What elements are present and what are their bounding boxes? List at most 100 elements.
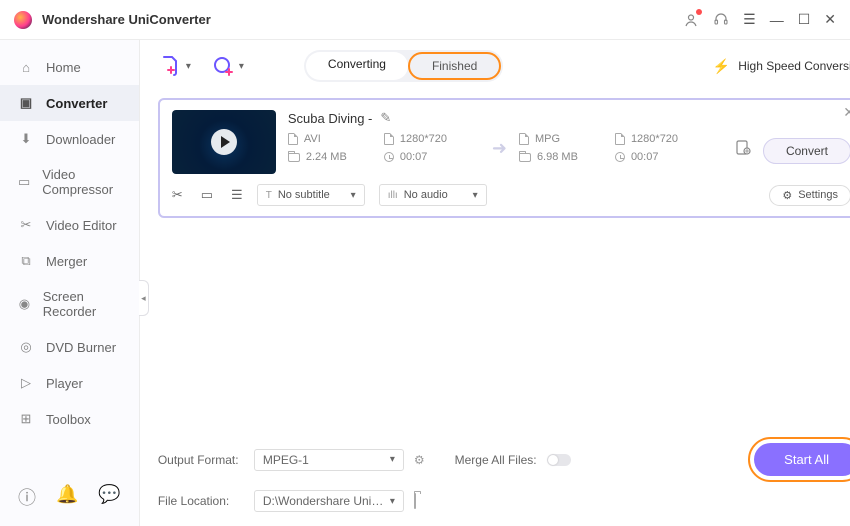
sidebar-collapse-handle[interactable]: ◂	[139, 280, 149, 316]
file-icon	[384, 133, 394, 145]
folder-icon	[288, 153, 300, 162]
video-editor-icon: ✂	[18, 217, 34, 233]
video-thumbnail[interactable]	[172, 110, 276, 174]
sidebar-item-video-editor[interactable]: ✂ Video Editor	[0, 207, 139, 243]
close-icon[interactable]: ✕	[824, 11, 836, 28]
file-location-select[interactable]: D:\Wondershare UniConverter ▾	[254, 490, 404, 512]
sidebar-item-converter[interactable]: ▣ Converter	[0, 85, 139, 121]
settings-button[interactable]: ⚙ Settings	[769, 185, 850, 206]
sidebar-item-label: Merger	[46, 254, 87, 269]
tab-finished[interactable]: Finished	[408, 52, 501, 80]
player-icon: ▷	[18, 375, 34, 391]
sidebar-item-downloader[interactable]: ⬇ Downloader	[0, 121, 139, 157]
dst-res: 1280*720	[631, 133, 678, 145]
dvd-burner-icon: ◎	[18, 339, 34, 355]
account-icon[interactable]	[683, 12, 699, 28]
add-url-button[interactable]: ▾	[211, 54, 244, 78]
footer: Output Format: MPEG-1 ▾ ⚙ Merge All File…	[158, 433, 850, 516]
chevron-down-icon: ▾	[351, 190, 356, 201]
crop-icon[interactable]: ▭	[201, 187, 213, 203]
src-duration: 00:07	[400, 151, 428, 163]
sidebar-item-label: Home	[46, 60, 81, 75]
status-tabs: Converting Finished	[304, 50, 503, 82]
file-card: ✕ Scuba Diving - ✎ AVI 2.24 MB	[158, 98, 850, 218]
clock-icon	[615, 152, 625, 162]
output-format-select[interactable]: MPEG-1 ▾	[254, 449, 404, 471]
sidebar-item-label: Toolbox	[46, 412, 91, 427]
settings-label: Settings	[798, 189, 838, 201]
menu-icon[interactable]: ☰	[231, 187, 243, 203]
subtitle-value: No subtitle	[278, 189, 330, 201]
audio-value: No audio	[404, 189, 448, 201]
app-logo	[14, 11, 32, 29]
remove-file-icon[interactable]: ✕	[843, 104, 850, 121]
chevron-down-icon: ▾	[390, 454, 395, 465]
dst-format: MPG	[535, 133, 560, 145]
sidebar-item-label: Downloader	[46, 132, 115, 147]
screen-recorder-icon: ◉	[18, 296, 31, 312]
output-format-label: Output Format:	[158, 453, 244, 467]
sidebar-item-label: Video Editor	[46, 218, 117, 233]
src-format: AVI	[304, 133, 321, 145]
subtitle-select[interactable]: T No subtitle ▾	[257, 184, 365, 206]
sidebar-item-toolbox[interactable]: ⊞ Toolbox	[0, 401, 139, 437]
sidebar-item-home[interactable]: ⌂ Home	[0, 50, 139, 85]
sidebar-item-video-compressor[interactable]: ▭ Video Compressor	[0, 157, 139, 207]
support-icon[interactable]	[713, 12, 729, 28]
file-icon	[615, 133, 625, 145]
sidebar-item-screen-recorder[interactable]: ◉ Screen Recorder	[0, 279, 139, 329]
hsc-label: High Speed Conversion	[738, 59, 850, 73]
audio-select[interactable]: ıllı No audio ▾	[379, 184, 487, 206]
converter-icon: ▣	[18, 95, 34, 111]
trim-icon[interactable]: ✂	[172, 187, 183, 203]
chevron-down-icon: ▾	[390, 496, 395, 507]
sidebar-item-label: DVD Burner	[46, 340, 116, 355]
dst-duration: 00:07	[631, 151, 659, 163]
help-icon[interactable]: ⓘ	[18, 484, 36, 510]
toolbar: ▾ ▾ Converting Finished ⚡ High Speed Con…	[158, 50, 850, 82]
home-icon: ⌂	[18, 60, 34, 75]
sidebar-item-player[interactable]: ▷ Player	[0, 365, 139, 401]
main-panel: ▾ ▾ Converting Finished ⚡ High Speed Con…	[140, 40, 850, 526]
play-icon[interactable]	[211, 129, 237, 155]
sidebar: ⌂ Home ▣ Converter ⬇ Downloader ▭ Video Comp…	[0, 40, 140, 526]
app-title: Wondershare UniConverter	[42, 12, 211, 27]
sidebar-item-label: Screen Recorder	[43, 289, 121, 319]
sidebar-item-label: Converter	[46, 96, 107, 111]
sidebar-item-label: Player	[46, 376, 83, 391]
arrow-right-icon: ➜	[492, 138, 507, 159]
sidebar-item-label: Video Compressor	[42, 167, 121, 197]
tab-converting[interactable]: Converting	[306, 52, 408, 80]
clock-icon	[384, 152, 394, 162]
sidebar-item-merger[interactable]: ⧉ Merger	[0, 243, 139, 279]
feedback-icon[interactable]: 💬	[98, 484, 120, 510]
minimize-icon[interactable]: —	[770, 12, 784, 28]
file-icon	[288, 133, 298, 145]
toolbox-icon: ⊞	[18, 411, 34, 427]
src-size: 2.24 MB	[306, 151, 347, 163]
output-settings-icon[interactable]	[735, 139, 753, 157]
chevron-down-icon: ▾	[239, 61, 244, 72]
menu-icon[interactable]: ☰	[743, 11, 756, 28]
merger-icon: ⧉	[18, 253, 34, 269]
merge-toggle[interactable]	[547, 454, 571, 466]
open-folder-icon[interactable]	[414, 494, 416, 508]
start-all-button[interactable]: Start All	[754, 443, 850, 476]
notifications-icon[interactable]: 🔔	[56, 484, 78, 510]
merge-label: Merge All Files:	[455, 453, 537, 467]
output-format-value: MPEG-1	[263, 453, 309, 467]
maximize-icon[interactable]: ☐	[798, 11, 811, 28]
titlebar: Wondershare UniConverter ☰ — ☐ ✕	[0, 0, 850, 40]
edit-title-icon[interactable]: ✎	[380, 110, 391, 126]
bolt-icon: ⚡	[713, 58, 730, 75]
src-res: 1280*720	[400, 133, 447, 145]
add-file-button[interactable]: ▾	[158, 54, 191, 78]
convert-button[interactable]: Convert	[763, 138, 850, 164]
high-speed-toggle[interactable]: ⚡ High Speed Conversion	[713, 58, 850, 75]
file-icon	[519, 133, 529, 145]
output-settings-icon[interactable]: ⚙	[414, 453, 425, 467]
file-location-label: File Location:	[158, 494, 244, 508]
video-compressor-icon: ▭	[18, 174, 30, 190]
sidebar-item-dvd-burner[interactable]: ◎ DVD Burner	[0, 329, 139, 365]
downloader-icon: ⬇	[18, 131, 34, 147]
